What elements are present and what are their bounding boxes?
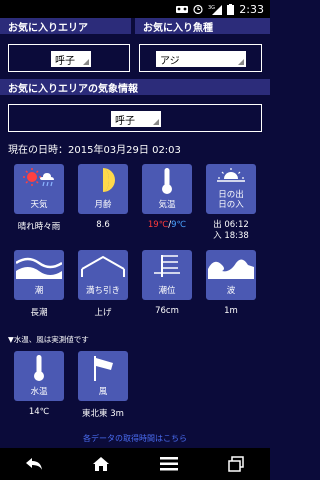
current-datetime: 現在の日時：2015年03月29日 02:03 [8, 145, 181, 156]
dropdown-arrow-icon [153, 119, 159, 125]
signal-icon: 3G [208, 4, 223, 15]
favorite-area-select[interactable]: 呼子 [8, 44, 130, 72]
temperature-tile[interactable]: 気温 [142, 164, 192, 214]
home-icon [93, 457, 110, 471]
ebb-flow-icon [81, 255, 125, 277]
menu-button[interactable] [149, 448, 189, 480]
wave-tile[interactable]: 波 [206, 250, 256, 300]
wind-value: 東北東 3m [82, 409, 124, 419]
wave-tide-icon [16, 257, 62, 279]
recent-apps-icon [228, 456, 244, 472]
tide-label: 潮 [34, 286, 44, 297]
sunrise-time: 出 06:12 [213, 220, 249, 230]
tide-level-value: 76cm [155, 306, 179, 316]
data-time-link[interactable]: 各データの取得時間はこちら [0, 433, 270, 444]
weather-area-select[interactable]: 呼子 [8, 104, 262, 132]
favorite-area-text: 呼子 [55, 55, 75, 67]
sunrise-label-line2: 日の入 [218, 200, 244, 211]
tide-gauge-icon [154, 255, 180, 277]
temperature-low: 9℃ [171, 220, 187, 230]
windsock-icon [94, 356, 113, 381]
water-thermometer-icon [34, 355, 44, 381]
notification-icon [176, 4, 189, 14]
status-bar: 3G 2:33 [0, 0, 270, 18]
battery-icon [227, 3, 235, 15]
water-temperature-value: 14℃ [28, 407, 50, 417]
sunrise-sunset-tile[interactable]: 日の出 日の入 [206, 164, 256, 214]
ebb-flow-label: 満ち引き [85, 286, 120, 297]
favorite-area-header: お気に入りエリア [0, 18, 131, 34]
favorite-fish-value[interactable]: アジ [156, 51, 246, 67]
menu-icon [159, 457, 178, 471]
water-temperature-tile[interactable]: 水温 [14, 351, 64, 401]
back-button[interactable] [14, 448, 54, 480]
home-button[interactable] [81, 448, 121, 480]
sun-rain-icon [23, 168, 54, 187]
dropdown-arrow-icon [83, 59, 89, 65]
temperature-high: 19℃ [147, 220, 169, 230]
sunrise-label: 日の出 日の入 [218, 191, 244, 211]
dropdown-arrow-icon [238, 59, 244, 65]
alarm-icon [193, 4, 203, 14]
tide-tile[interactable]: 潮 [14, 250, 64, 300]
weather-area-text: 呼子 [115, 115, 135, 127]
weather-area-value[interactable]: 呼子 [111, 111, 161, 127]
wave-value: 1m [224, 306, 238, 316]
tide-value: 長潮 [30, 308, 48, 318]
weather-area-header: お気に入りエリアの気象情報 [0, 79, 270, 95]
measured-values-note: ▼水温、風は実測値です [8, 335, 89, 344]
sunrise-icon [217, 168, 245, 182]
status-time: 2:33 [239, 2, 264, 16]
weather-value: 晴れ時々雨 [17, 222, 61, 232]
temperature-label: 気温 [158, 200, 176, 211]
ocean-wave-icon [208, 259, 254, 279]
sunrise-sunset-value: 出 06:12 入 18:38 [201, 220, 261, 241]
ebb-flow-value: 上げ [94, 308, 112, 318]
moon-value: 8.6 [96, 220, 110, 230]
sunset-time: 入 18:38 [213, 230, 249, 241]
back-arrow-icon [25, 458, 42, 470]
favorite-fish-text: アジ [160, 55, 180, 67]
favorite-area-value[interactable]: 呼子 [51, 51, 91, 67]
favorite-fish-header: お気に入り魚種 [135, 18, 270, 34]
ebb-flow-tile[interactable]: 満ち引き [78, 250, 128, 300]
svg-text:3G: 3G [208, 5, 215, 11]
navigation-bar [0, 448, 270, 480]
weather-tile[interactable]: 天気 [14, 164, 64, 214]
wind-label: 風 [98, 387, 108, 398]
wind-tile[interactable]: 風 [78, 351, 128, 401]
tide-level-label: 潮位 [158, 286, 176, 297]
wave-label: 波 [226, 286, 236, 297]
weather-label: 天気 [30, 200, 48, 211]
water-temperature-label: 水温 [30, 387, 48, 398]
thermometer-icon [162, 168, 172, 194]
moon-tile[interactable]: 月齢 [78, 164, 128, 214]
moon-label: 月齢 [94, 200, 112, 211]
tide-level-tile[interactable]: 潮位 [142, 250, 192, 300]
temperature-value: 19℃/9℃ [137, 220, 197, 230]
favorite-fish-select[interactable]: アジ [139, 44, 262, 72]
recent-apps-button[interactable] [216, 448, 256, 480]
moon-icon [103, 168, 115, 192]
